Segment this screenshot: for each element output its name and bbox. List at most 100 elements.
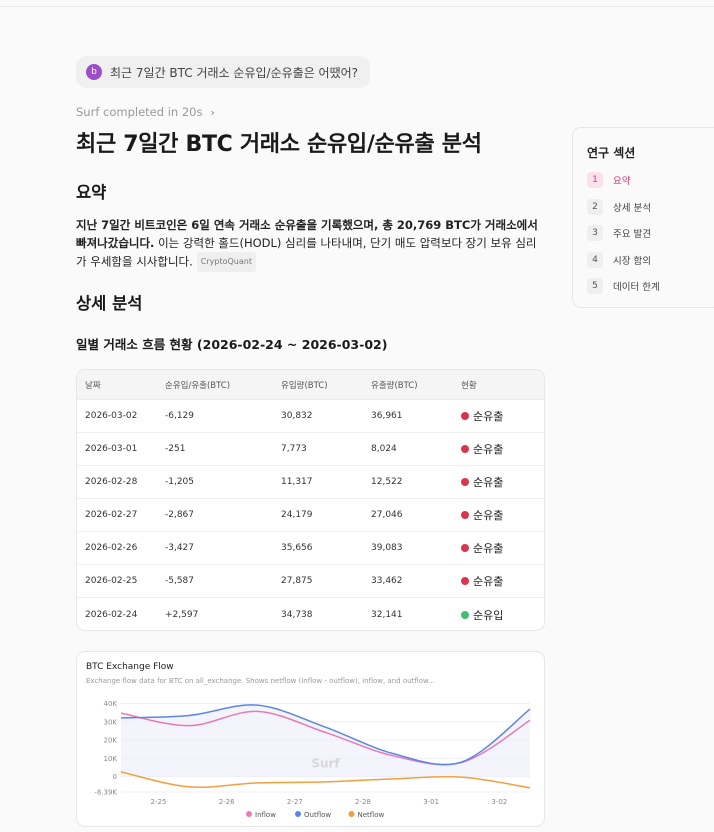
- status-dot-icon: [461, 478, 469, 486]
- completion-status[interactable]: Surf completed in 20s ›: [76, 105, 215, 119]
- toc-number: 2: [587, 198, 603, 215]
- query-text: 최근 7일간 BTC 거래소 순유입/순유출은 어땠어?: [110, 65, 359, 80]
- detail-heading: 상세 분석: [76, 294, 143, 313]
- cell-outflow: 27,046: [371, 510, 403, 520]
- cell-status: 순유출: [461, 408, 541, 424]
- cell-net: -6,129: [165, 411, 195, 421]
- toc-item[interactable]: 1 요약: [587, 172, 630, 188]
- user-query-bubble[interactable]: b 최근 7일간 BTC 거래소 순유입/순유출은 어땠어?: [76, 56, 371, 88]
- table-row: 2026-02-26 -3,427 35,656 39,083 순유출: [77, 532, 544, 565]
- x-tick-label: 2-28: [355, 798, 371, 806]
- cell-inflow: 30,832: [281, 411, 313, 421]
- cell-net: -3,427: [165, 543, 195, 553]
- y-tick-label: 0: [113, 773, 117, 781]
- y-tick-label: 30K: [104, 718, 118, 726]
- table-body: 2026-03-02 -6,129 30,832 36,961 순유출 2026-03-0…: [77, 400, 544, 630]
- y-tick-label: -8.39K: [94, 789, 117, 797]
- cell-inflow: 27,875: [281, 576, 313, 586]
- table-row: 2026-03-02 -6,129 30,832 36,961 순유출: [77, 400, 544, 433]
- summary-heading: 요약: [76, 183, 107, 202]
- status-text: Surf completed in 20s: [76, 105, 203, 119]
- cell-date: 2026-03-01: [85, 444, 138, 454]
- cell-net: +2,597: [165, 609, 199, 620]
- flow-table: 날짜 순유입/유출(BTC) 유입량(BTC) 유출량(BTC) 현황 2026…: [76, 369, 545, 631]
- table-row: 2026-02-28 -1,205 11,317 12,522 순유출: [77, 466, 544, 499]
- table-row: 2026-03-01 -251 7,773 8,024 순유출: [77, 433, 544, 466]
- cell-inflow: 24,179: [281, 510, 313, 520]
- table-row: 2026-02-25 -5,587 27,875 33,462 순유출: [77, 565, 544, 598]
- cell-status: 순유출: [461, 540, 541, 556]
- x-tick-label: 2-27: [287, 798, 303, 806]
- cell-status: 순유출: [461, 573, 541, 589]
- status-dot-icon: [461, 544, 469, 552]
- cell-date: 2026-02-26: [85, 543, 138, 553]
- status-dot-icon: [461, 412, 469, 420]
- y-tick-label: 40K: [104, 700, 118, 708]
- status-text: 순유출: [473, 476, 504, 489]
- status-text: 순유출: [473, 410, 504, 423]
- cell-net: -5,587: [165, 576, 195, 586]
- cell-outflow: 36,961: [371, 411, 403, 421]
- cell-inflow: 7,773: [281, 444, 307, 454]
- cell-outflow: 12,522: [371, 477, 403, 487]
- cell-status: 순유출: [461, 441, 541, 457]
- status-dot-icon: [461, 577, 469, 585]
- cell-outflow: 32,141: [371, 609, 403, 620]
- cell-outflow: 39,083: [371, 543, 403, 553]
- cell-date: 2026-03-02: [85, 411, 138, 421]
- header-net: 순유입/유출(BTC): [165, 380, 231, 391]
- source-tag[interactable]: CryptoQuant: [196, 252, 256, 272]
- status-text: 순유출: [473, 575, 504, 588]
- legend-label: Netflow: [358, 811, 385, 819]
- top-divider: [0, 6, 714, 7]
- cell-inflow: 35,656: [281, 543, 313, 553]
- toc-number: 5: [587, 278, 603, 294]
- cell-outflow: 8,024: [371, 444, 397, 454]
- status-dot-icon: [461, 511, 469, 519]
- table-row: 2026-02-24 +2,597 34,738 32,141 순유입: [77, 598, 544, 630]
- toc-item[interactable]: 4 시장 함의: [587, 251, 651, 268]
- toc-label: 데이터 한계: [613, 282, 660, 293]
- cell-inflow: 11,317: [281, 477, 313, 487]
- header-date: 날짜: [85, 380, 101, 391]
- cell-date: 2026-02-28: [85, 477, 138, 487]
- status-text: 순유출: [473, 542, 504, 555]
- table-row: 2026-02-27 -2,867 24,179 27,046 순유출: [77, 499, 544, 532]
- table-header: 날짜 순유입/유출(BTC) 유입량(BTC) 유출량(BTC) 현황: [77, 370, 544, 400]
- status-dot-icon: [461, 610, 469, 619]
- user-avatar: b: [86, 64, 102, 80]
- cell-date: 2026-02-24: [85, 609, 138, 620]
- y-tick-label: 10K: [104, 755, 118, 763]
- summary-paragraph: 지난 7일간 비트코인은 6일 연속 거래소 순유출을 기록했으며, 총 20,…: [76, 216, 546, 272]
- flow-chart-card: BTC Exchange Flow Exchange flow data for…: [76, 651, 545, 827]
- toc-label: 요약: [613, 176, 631, 187]
- toc-label: 주요 발견: [613, 229, 651, 240]
- header-inflow: 유입량(BTC): [281, 380, 328, 391]
- toc-item[interactable]: 3 주요 발견: [587, 225, 651, 241]
- y-tick-label: 20K: [104, 737, 118, 745]
- legend-label: Outflow: [304, 811, 331, 819]
- status-text: 순유출: [473, 443, 504, 456]
- cell-net: -251: [165, 444, 186, 454]
- flow-chart: 40K 30K 20K 10K 0 -8.39K Surf 2-25 2-26 2-27 2-28 3…: [94, 700, 531, 819]
- toc-item[interactable]: 5 데이터 한계: [587, 278, 660, 294]
- toc-title: 연구 섹션: [587, 146, 636, 160]
- toc-number: 3: [587, 225, 603, 241]
- x-tick-label: 2-25: [151, 798, 167, 806]
- cell-net: -2,867: [165, 510, 195, 520]
- status-dot-icon: [461, 445, 469, 453]
- toc-number: 4: [587, 251, 603, 268]
- toc-label: 시장 함의: [613, 255, 651, 267]
- x-tick-label: 3-02: [491, 798, 507, 806]
- status-text: 순유출: [473, 509, 504, 522]
- x-tick-label: 3-01: [423, 798, 439, 806]
- cell-date: 2026-02-27: [85, 510, 138, 520]
- toc-item[interactable]: 2 상세 분석: [587, 198, 651, 215]
- cell-net: -1,205: [165, 477, 195, 487]
- cell-inflow: 34,738: [281, 609, 313, 620]
- cell-outflow: 33,462: [371, 576, 403, 586]
- cell-status: 순유출: [461, 474, 541, 490]
- legend-marker: [295, 811, 301, 817]
- header-outflow: 유출량(BTC): [371, 380, 418, 391]
- research-sections-panel: 연구 섹션 1 요약 2 상세 분석 3 주요 발견 4 시장 함의 5 데이터 한계: [572, 127, 714, 308]
